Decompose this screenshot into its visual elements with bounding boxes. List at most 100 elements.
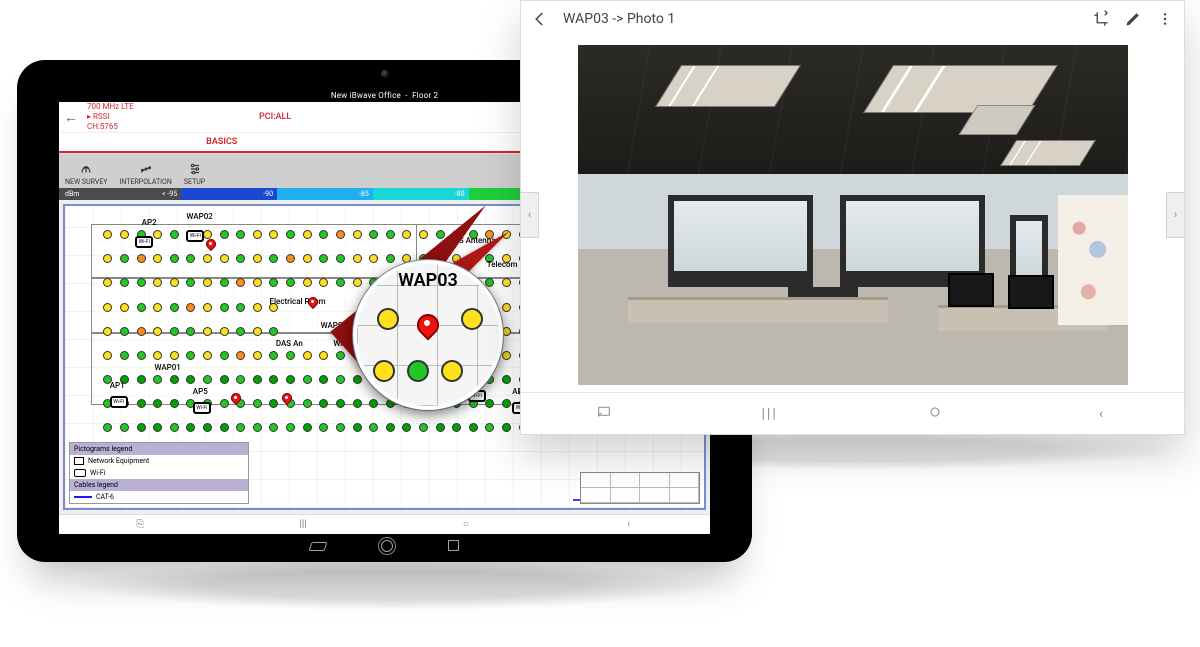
survey-point[interactable] [220,254,229,263]
photo-back-button[interactable] [531,10,549,28]
survey-point[interactable] [153,303,162,312]
softkey-recent-icon[interactable] [448,540,459,554]
edit-button[interactable] [1124,10,1142,28]
magnifier-callout: WAP03 [353,260,503,410]
survey-point[interactable] [137,254,146,263]
crop-rotate-icon [1092,10,1110,28]
pencil-icon [1125,11,1141,27]
legend-unit: dBm [59,188,85,200]
more-button[interactable] [1156,10,1174,28]
nav-recent-icon[interactable]: ||| [687,406,853,422]
softkey-back-icon[interactable] [310,540,326,554]
setup-button[interactable]: SETUP [178,162,211,188]
survey-point[interactable] [203,351,212,360]
tech-label[interactable]: 700 MHz LTE [87,102,134,112]
photo-pin-wap03[interactable] [417,314,439,336]
survey-point[interactable] [170,399,179,408]
survey-point[interactable] [253,351,262,360]
android-soft-keys [59,538,710,556]
pci-filter[interactable]: PCI:ALL [259,112,291,122]
survey-point[interactable] [253,303,262,312]
survey-point[interactable] [137,423,146,432]
survey-point[interactable] [120,351,129,360]
nav-back-icon[interactable]: ‹ [547,519,710,530]
nav-recent-icon[interactable]: ||| [222,519,385,530]
nav-back-icon[interactable]: ‹ [1018,406,1184,422]
photo-pin[interactable] [282,393,292,403]
label-ap5: AP5 [193,387,208,396]
label-wap02: WAP02 [186,212,212,221]
survey-point[interactable] [336,375,345,384]
survey-point[interactable] [137,351,146,360]
survey-point[interactable] [220,399,229,408]
photo-next-button[interactable]: › [1166,192,1184,238]
survey-point[interactable] [137,303,146,312]
photo-pin[interactable] [231,393,241,403]
survey-point[interactable] [286,351,295,360]
survey-point[interactable] [253,230,262,239]
tablet-shadow [70,560,720,610]
survey-point[interactable] [120,327,129,336]
nav-cast-icon[interactable] [521,404,687,424]
new-survey-button[interactable]: NEW SURVEY [59,162,114,188]
nav-home-icon[interactable] [853,404,1019,424]
survey-point[interactable] [386,230,395,239]
channel-label[interactable]: CH:5765 [87,122,134,132]
survey-point[interactable] [220,375,229,384]
survey-point[interactable] [170,351,179,360]
survey-point[interactable] [170,327,179,336]
wap-wap02[interactable] [186,230,204,242]
survey-point[interactable] [137,399,146,408]
wap-ap1[interactable] [110,396,128,408]
survey-point[interactable] [137,375,146,384]
survey-point[interactable] [220,303,229,312]
photo-prev-button[interactable]: ‹ [521,192,539,238]
survey-point[interactable] [220,351,229,360]
title-block [580,472,700,504]
survey-point[interactable] [186,303,195,312]
survey-point[interactable] [502,351,511,360]
crop-rotate-button[interactable] [1092,10,1110,28]
photo-pin[interactable] [206,239,216,249]
survey-point[interactable] [336,230,345,239]
survey-point[interactable] [153,327,162,336]
site-photo[interactable] [578,45,1128,385]
survey-point[interactable] [220,230,229,239]
survey-point[interactable] [303,399,312,408]
survey-point[interactable] [253,327,262,336]
survey-point[interactable] [353,230,362,239]
interpolation-button[interactable]: INTERPOLATION [114,162,178,188]
survey-point[interactable] [103,303,112,312]
survey-point[interactable] [303,254,312,263]
survey-point[interactable] [203,327,212,336]
survey-point[interactable] [303,230,312,239]
survey-point[interactable] [236,303,245,312]
survey-point[interactable] [303,375,312,384]
survey-point[interactable] [120,303,129,312]
survey-point[interactable] [236,327,245,336]
wap-ap5[interactable] [193,402,211,414]
survey-point[interactable] [137,327,146,336]
metric-label[interactable]: RSSI [93,112,110,121]
back-button[interactable]: ← [59,109,83,126]
wap-ap2[interactable] [135,236,153,248]
survey-point[interactable] [353,423,362,432]
survey-point[interactable] [170,303,179,312]
nav-cast-icon[interactable]: ⎘ [59,519,222,530]
photo-pin[interactable] [308,297,318,307]
survey-point[interactable] [170,230,179,239]
survey-point[interactable] [502,303,511,312]
softkey-home-icon[interactable] [381,540,393,555]
survey-point[interactable] [203,303,212,312]
survey-point[interactable] [303,351,312,360]
survey-point[interactable] [353,254,362,263]
survey-point[interactable] [220,327,229,336]
interp-icon [139,162,153,176]
survey-point[interactable] [336,351,345,360]
nav-home-icon[interactable]: ○ [385,519,548,530]
tab-basics[interactable]: BASICS [59,133,385,153]
survey-point[interactable] [253,375,262,384]
survey-point[interactable] [502,327,511,336]
app-bottom-nav: ⎘ ||| ○ ‹ [59,514,710,534]
survey-point[interactable] [170,375,179,384]
